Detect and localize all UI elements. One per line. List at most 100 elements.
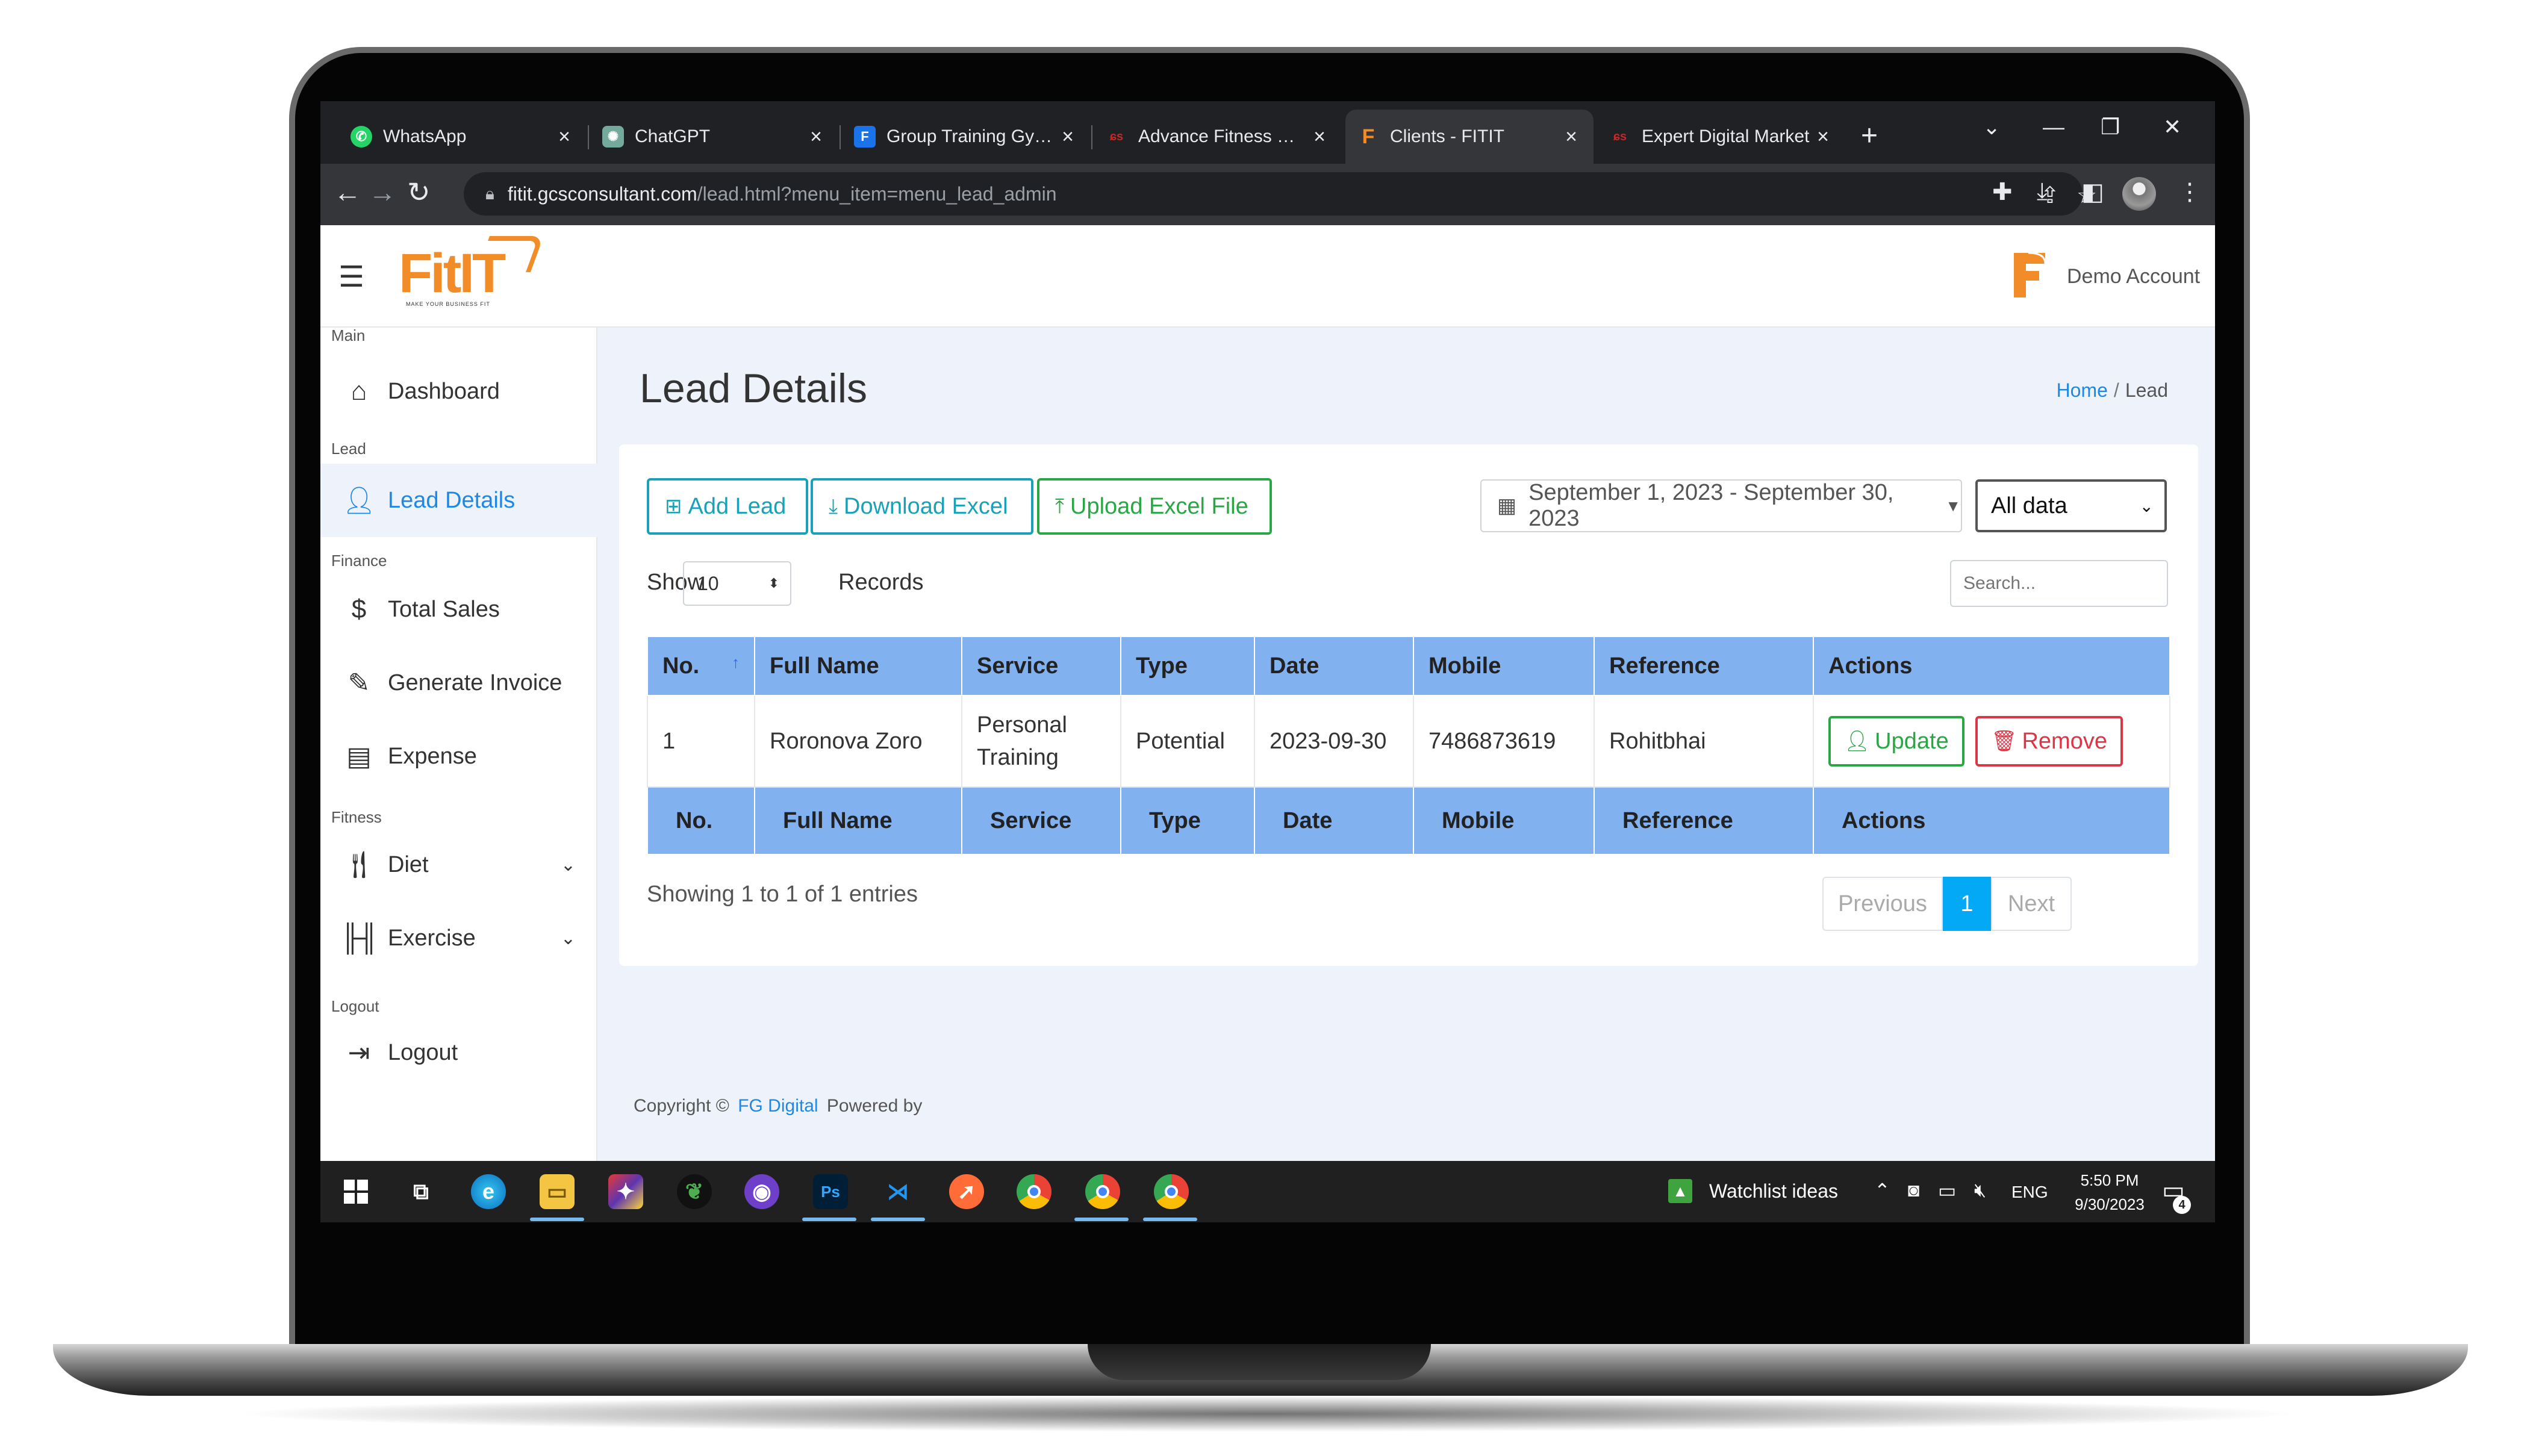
main-content: Lead Details Home / Lead ⊞ Add Lead ⤓ Down… <box>597 328 2215 1161</box>
download-icon[interactable]: ⤓ <box>2037 178 2048 205</box>
sidebar-section-logout: Logout <box>331 997 379 1015</box>
next-page-button[interactable]: Next <box>1991 877 2072 931</box>
chrome-profile-icon[interactable] <box>1085 1174 1120 1209</box>
cell-reference: Rohitbhai <box>1594 695 1814 788</box>
close-icon[interactable]: × <box>1058 125 1078 149</box>
fitit-logo[interactable]: FitIT MAKE YOUR BUSINESS FIT <box>399 236 544 314</box>
close-icon[interactable]: × <box>1309 125 1330 149</box>
sidebar-item-generate-invoice[interactable]: ✎ Generate Invoice <box>320 650 597 715</box>
chrome-profile-icon[interactable] <box>1154 1174 1189 1209</box>
file-explorer-icon[interactable]: ▭ <box>540 1174 575 1209</box>
sidebar-item-diet[interactable]: 🍴︎ Diet ⌄ <box>320 832 597 897</box>
page-size-select[interactable]: 10 ⬍ <box>683 561 791 606</box>
date-range-value: September 1, 2023 - September 30, 2023 <box>1528 480 1894 531</box>
close-icon[interactable]: × <box>1813 125 1833 149</box>
column-header-type[interactable]: Type <box>1120 636 1255 696</box>
column-header-reference[interactable]: Reference <box>1594 636 1814 696</box>
upload-icon: ⤒ <box>1055 494 1065 518</box>
update-label: Update <box>1875 728 1949 754</box>
column-header-date[interactable]: Date <box>1254 636 1414 696</box>
hand-holding-dollar-icon: $ <box>351 594 367 624</box>
footer-copyright: Copyright © <box>634 1096 729 1116</box>
hamburger-menu-icon[interactable]: ☰ <box>338 260 364 294</box>
remove-button[interactable]: 🗑︎ Remove <box>1975 716 2123 767</box>
task-view-icon[interactable]: ⧉ <box>403 1174 438 1209</box>
account-name[interactable]: Demo Account <box>2067 265 2200 288</box>
profile-avatar[interactable] <box>2122 177 2156 211</box>
sidebar-item-exercise[interactable]: ╟╢ Exercise ⌄ <box>320 906 597 971</box>
browser-tab-clients-fitit[interactable]: F Clients - FITIT × <box>1345 110 1594 164</box>
url-host: fitit.gcsconsultant.com <box>507 182 697 205</box>
back-arrow-icon[interactable]: ← <box>334 176 361 208</box>
clock-date: 9/30/2023 <box>2075 1195 2145 1213</box>
cell-mobile: 7486873619 <box>1413 695 1595 788</box>
sign-out-icon: ⇥ <box>347 1038 370 1068</box>
sidebar-item-lead-details[interactable]: 👤︎ Lead Details <box>320 464 597 537</box>
close-icon[interactable]: × <box>806 125 826 149</box>
upload-excel-label: Upload Excel File <box>1070 493 1248 519</box>
sidebar-item-expense[interactable]: ▤ Expense <box>320 724 597 789</box>
network-icon[interactable]: ▭ <box>1938 1179 1956 1202</box>
download-excel-button[interactable]: ⤓ Download Excel <box>811 478 1033 535</box>
reload-icon[interactable]: ↻ <box>407 176 431 208</box>
sidebar-item-total-sales[interactable]: $ Total Sales <box>320 577 597 642</box>
column-header-mobile[interactable]: Mobile <box>1413 636 1595 696</box>
sidebar: Main ⌂ Dashboard Lead 👤︎ Lead Details Fi… <box>320 326 597 1161</box>
chrome-icon[interactable] <box>1017 1174 1052 1209</box>
close-icon[interactable]: × <box>554 125 575 149</box>
update-button[interactable]: 👤︎ Update <box>1828 716 1964 767</box>
upload-excel-button[interactable]: ⤒ Upload Excel File <box>1037 478 1272 535</box>
new-tab-plus-icon[interactable]: + <box>1861 119 1878 152</box>
breadcrumb-separator: / <box>2113 379 2119 401</box>
sidebar-item-dashboard[interactable]: ⌂ Dashboard <box>320 359 597 424</box>
close-window-icon[interactable]: ✕ <box>2163 114 2181 140</box>
tab-search-chevron-icon[interactable]: ⌄ <box>1983 114 2001 140</box>
side-panel-icon[interactable]: ◧ <box>2081 178 2104 206</box>
extensions-puzzle-icon[interactable]: ✚ <box>1992 178 2013 206</box>
column-header-full-name[interactable]: Full Name <box>754 636 962 696</box>
table-row: 1 Roronova Zoro Personal Training Potenti… <box>647 695 2170 788</box>
column-header-no[interactable]: No. ↑ <box>647 636 755 696</box>
search-input[interactable] <box>1950 560 2168 607</box>
column-header-service[interactable]: Service <box>961 636 1121 696</box>
vscode-icon[interactable]: ⋊ <box>880 1174 915 1209</box>
windows-start-icon[interactable] <box>338 1174 373 1209</box>
watchlist-widget[interactable]: ▲ Watchlist ideas <box>1668 1179 1838 1203</box>
credit-card-icon: ▤ <box>346 741 372 771</box>
page-1-button[interactable]: 1 <box>1943 877 1991 931</box>
photoshop-icon[interactable]: Ps <box>813 1174 848 1209</box>
date-range-picker[interactable]: ▦ September 1, 2023 - September 30, 2023… <box>1480 479 1962 532</box>
menu-kebab-icon[interactable]: ⋮ <box>2178 178 2202 206</box>
browser-tab-expert-digital[interactable]: ɕs Expert Digital Market × <box>1597 110 1845 164</box>
show-hidden-icons-chevron-icon[interactable]: ⌃ <box>1874 1179 1890 1202</box>
volume-muted-icon[interactable]: 🔇︎ <box>1974 1179 1986 1202</box>
address-bar[interactable]: 🔒︎ fitit.gcsconsultant.com /lead.html?me… <box>464 172 2097 216</box>
github-desktop-icon[interactable]: ◉ <box>744 1174 779 1209</box>
download-excel-label: Download Excel <box>844 493 1008 519</box>
records-label: Records <box>838 570 924 595</box>
browser-tab-whatsapp[interactable]: ✆ WhatsApp × <box>338 110 587 164</box>
restore-icon[interactable]: ❐ <box>2101 114 2120 140</box>
edge-icon[interactable]: e <box>471 1174 506 1209</box>
logo-text: FitIT <box>399 243 506 304</box>
footer-header-mobile: Mobile <box>1413 786 1595 855</box>
language-indicator[interactable]: ENG <box>2011 1183 2048 1202</box>
sidebar-item-logout[interactable]: ⇥ Logout <box>320 1020 597 1085</box>
add-lead-button[interactable]: ⊞ Add Lead <box>647 478 808 535</box>
active-app-indicator <box>1143 1218 1197 1221</box>
forward-arrow-icon[interactable]: → <box>369 176 396 208</box>
meet-now-icon[interactable]: ◙ <box>1908 1179 1919 1201</box>
previous-page-button[interactable]: Previous <box>1822 877 1943 931</box>
system-clock[interactable]: 5:50 PM 9/30/2023 <box>2064 1168 2155 1216</box>
minimize-icon[interactable]: — <box>2043 114 2064 140</box>
breadcrumb-home-link[interactable]: Home <box>2057 379 2108 401</box>
browser-tab-group-training[interactable]: F Group Training Gym \ × <box>842 110 1090 164</box>
footer-company-link[interactable]: FG Digital <box>738 1096 818 1116</box>
close-icon[interactable]: × <box>1561 125 1581 149</box>
data-filter-select[interactable]: All data ⌄ <box>1975 479 2167 532</box>
paint-app-icon[interactable]: ✦ <box>608 1174 643 1209</box>
postman-icon[interactable]: ➚ <box>949 1174 984 1209</box>
browser-tab-chatgpt[interactable]: ✺ ChatGPT × <box>590 110 838 164</box>
mongodb-icon[interactable]: ❦ <box>677 1174 712 1209</box>
browser-tab-advance-fitness[interactable]: ɕs Advance Fitness Man × <box>1094 110 1342 164</box>
